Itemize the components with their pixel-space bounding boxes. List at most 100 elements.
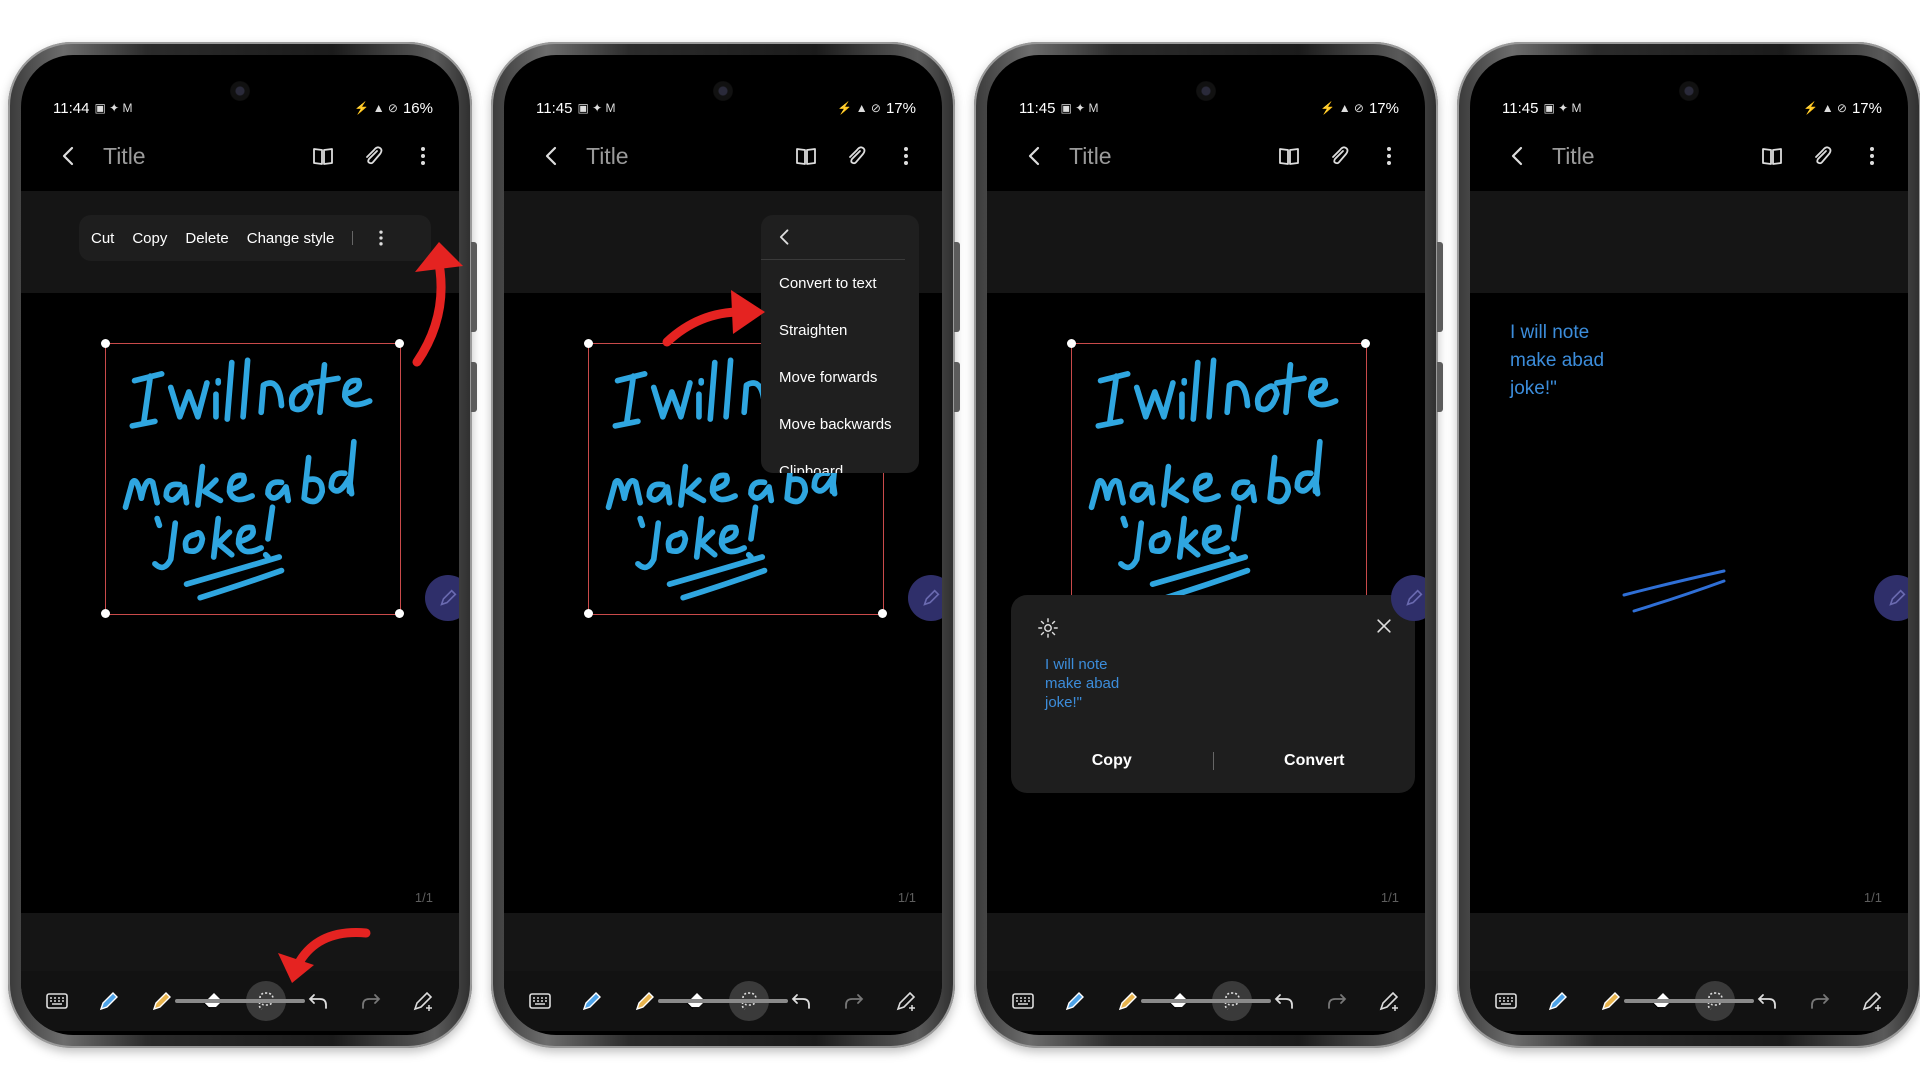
back-arrow-icon — [1028, 146, 1040, 166]
system-status-icons: ⚡ ▲ ⊘ — [1803, 101, 1847, 115]
undo-icon — [792, 994, 811, 1009]
underline-strokes — [1622, 569, 1726, 613]
redo-button[interactable] — [1317, 981, 1357, 1021]
change-style-button[interactable]: Change style — [247, 230, 335, 247]
context-more-button[interactable] — [371, 226, 391, 250]
note-title[interactable]: Title — [586, 143, 788, 170]
resize-handle[interactable] — [878, 609, 887, 618]
menu-item-move-backwards[interactable]: Move backwards — [761, 401, 919, 448]
redo-button[interactable] — [1800, 981, 1840, 1021]
menu-item-clipboard[interactable]: Clipboard — [761, 448, 919, 473]
menu-item-move-forwards[interactable]: Move forwards — [761, 354, 919, 401]
resize-handle[interactable] — [584, 339, 593, 348]
back-button[interactable] — [1496, 134, 1540, 178]
note-title[interactable]: Title — [1069, 143, 1271, 170]
keyboard-button[interactable] — [37, 981, 77, 1021]
resize-handle[interactable] — [1067, 339, 1076, 348]
pen-settings-icon — [1380, 992, 1399, 1012]
system-status-icons: ⚡ ▲ ⊘ — [354, 101, 398, 115]
back-button[interactable] — [47, 134, 91, 178]
copy-text-button[interactable]: Copy — [1011, 752, 1213, 770]
pen-tool[interactable] — [1055, 981, 1095, 1021]
pen-tool[interactable] — [89, 981, 129, 1021]
more-vertical-icon — [1870, 147, 1874, 165]
resize-handle[interactable] — [584, 609, 593, 618]
note-title[interactable]: Title — [1552, 143, 1754, 170]
keyboard-icon — [1495, 993, 1517, 1009]
more-vertical-icon — [904, 147, 908, 165]
menu-item-convert-to-text[interactable]: Convert to text — [761, 260, 919, 307]
attach-button[interactable] — [838, 138, 874, 174]
highlighter-icon — [152, 992, 171, 1010]
book-icon — [1279, 148, 1299, 165]
close-button[interactable] — [1371, 613, 1397, 639]
resize-handle[interactable] — [1361, 339, 1370, 348]
footer-band — [987, 913, 1425, 971]
reading-mode-button[interactable] — [305, 138, 341, 174]
resize-handle[interactable] — [101, 339, 110, 348]
more-vertical-icon — [379, 230, 383, 246]
pen-icon — [1406, 589, 1423, 606]
annotation-arrow — [662, 290, 765, 347]
converted-text[interactable]: I will note make abad joke!" — [1510, 319, 1604, 403]
pen-settings-button[interactable] — [1852, 981, 1892, 1021]
page-indicator: 1/1 — [897, 890, 916, 905]
back-button[interactable] — [1013, 134, 1057, 178]
more-options-button[interactable] — [1854, 138, 1890, 174]
convert-button[interactable]: Convert — [1214, 752, 1416, 770]
more-actions-menu: Convert to text Straighten Move forwards… — [761, 215, 919, 473]
notification-icons: ▣ ✦ M — [1060, 101, 1099, 115]
pen-settings-icon — [414, 992, 433, 1012]
pen-icon — [923, 589, 940, 606]
attach-button[interactable] — [355, 138, 391, 174]
paperclip-icon — [849, 146, 866, 165]
keyboard-button[interactable] — [1003, 981, 1043, 1021]
reading-mode-button[interactable] — [1271, 138, 1307, 174]
more-options-button[interactable] — [888, 138, 924, 174]
pen-tool[interactable] — [1538, 981, 1578, 1021]
more-options-button[interactable] — [405, 138, 441, 174]
resize-handle[interactable] — [101, 609, 110, 618]
menu-back-button[interactable] — [761, 215, 905, 260]
reading-mode-button[interactable] — [788, 138, 824, 174]
keyboard-button[interactable] — [1486, 981, 1526, 1021]
note-title[interactable]: Title — [103, 143, 305, 170]
attach-button[interactable] — [1804, 138, 1840, 174]
attach-button[interactable] — [1321, 138, 1357, 174]
annotation-arrow — [278, 928, 371, 983]
pen-icon — [1549, 992, 1568, 1010]
delete-button[interactable]: Delete — [185, 230, 228, 247]
page-indicator: 1/1 — [414, 890, 433, 905]
pen-tool[interactable] — [572, 981, 612, 1021]
reading-mode-button[interactable] — [1754, 138, 1790, 174]
pen-settings-icon — [1863, 992, 1882, 1012]
status-time: 11:45 — [1502, 99, 1539, 117]
keyboard-icon — [529, 993, 551, 1009]
app-bar: Title — [504, 129, 942, 183]
phone-step-4: 11:45 ▣ ✦ M ⚡ ▲ ⊘ 17% Title I will note ma… — [1457, 42, 1920, 1048]
pen-settings-button[interactable] — [886, 981, 926, 1021]
resize-handle[interactable] — [395, 609, 404, 618]
redo-icon — [1810, 994, 1829, 1009]
pen-settings-button[interactable] — [403, 981, 443, 1021]
menu-item-straighten[interactable]: Straighten — [761, 307, 919, 354]
notification-icons: ▣ ✦ M — [94, 101, 133, 115]
copy-button[interactable]: Copy — [132, 230, 167, 247]
back-button[interactable] — [530, 134, 574, 178]
pen-icon — [583, 992, 602, 1010]
convert-to-text-dialog: I will note make abad joke!" Copy Conver… — [1011, 595, 1415, 793]
system-status-icons: ⚡ ▲ ⊘ — [1320, 101, 1364, 115]
cut-button[interactable]: Cut — [91, 230, 114, 247]
pen-settings-button[interactable] — [1369, 981, 1409, 1021]
app-bar: Title — [987, 129, 1425, 183]
pen-icon — [1889, 589, 1906, 606]
redo-button[interactable] — [834, 981, 874, 1021]
more-options-button[interactable] — [1371, 138, 1407, 174]
redo-button[interactable] — [351, 981, 391, 1021]
paperclip-icon — [1332, 146, 1349, 165]
keyboard-button[interactable] — [520, 981, 560, 1021]
undo-icon — [1758, 994, 1777, 1009]
gear-icon[interactable] — [1037, 617, 1059, 639]
notification-icons: ▣ ✦ M — [1543, 101, 1582, 115]
keyboard-icon — [46, 993, 68, 1009]
